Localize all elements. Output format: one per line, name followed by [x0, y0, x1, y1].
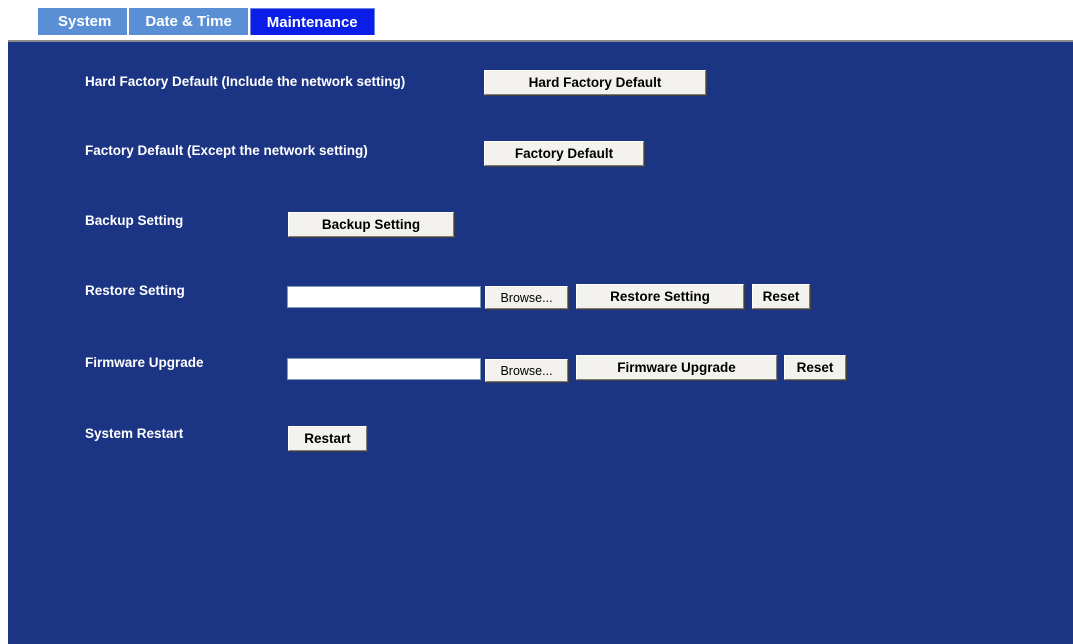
factory-default-label: Factory Default (Except the network sett… [85, 143, 368, 158]
firmware-browse-button[interactable]: Browse... [485, 359, 568, 382]
tab-bar: System Date & Time Maintenance [38, 8, 377, 38]
backup-setting-label: Backup Setting [85, 213, 184, 228]
tab-system[interactable]: System [38, 8, 128, 35]
firmware-upgrade-button[interactable]: Firmware Upgrade [576, 355, 777, 380]
hard-factory-default-button[interactable]: Hard Factory Default [484, 70, 706, 95]
restore-setting-button[interactable]: Restore Setting [576, 284, 744, 309]
system-restart-label: System Restart [85, 426, 184, 441]
firmware-file-input[interactable] [287, 358, 481, 380]
firmware-upgrade-label: Firmware Upgrade [85, 355, 204, 370]
tab-maintenance[interactable]: Maintenance [249, 8, 375, 35]
restore-file-input[interactable] [287, 286, 481, 308]
backup-setting-button[interactable]: Backup Setting [288, 212, 454, 237]
restore-setting-label: Restore Setting [85, 283, 185, 298]
factory-default-button[interactable]: Factory Default [484, 141, 644, 166]
restore-reset-button[interactable]: Reset [752, 284, 810, 309]
hard-factory-default-label: Hard Factory Default (Include the networ… [85, 74, 406, 89]
restart-button[interactable]: Restart [288, 426, 367, 451]
maintenance-panel: Hard Factory Default (Include the networ… [8, 40, 1073, 644]
tab-date-time[interactable]: Date & Time [129, 8, 248, 35]
firmware-reset-button[interactable]: Reset [784, 355, 846, 380]
restore-browse-button[interactable]: Browse... [485, 286, 568, 309]
